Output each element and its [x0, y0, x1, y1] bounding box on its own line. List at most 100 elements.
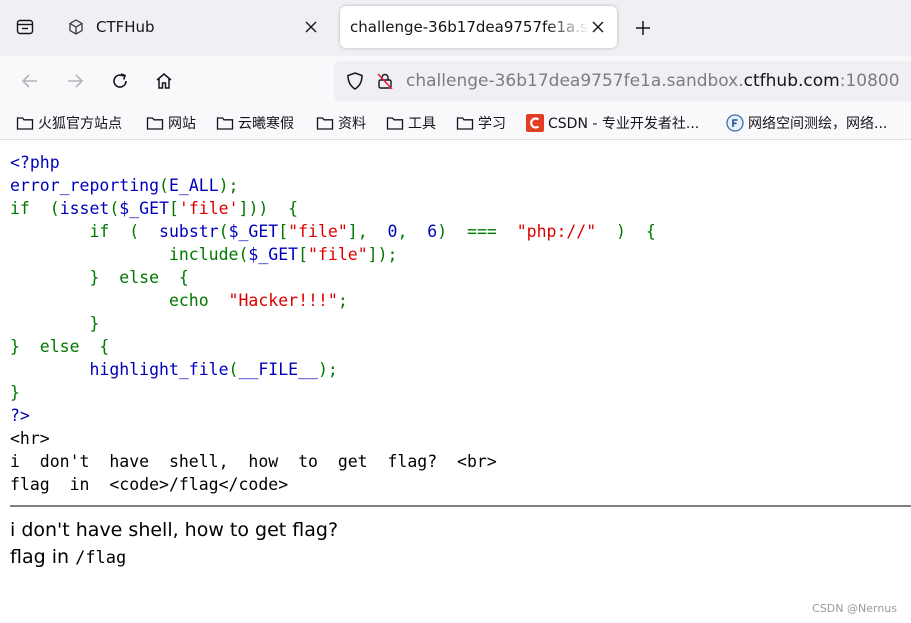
code-token: error_reporting — [10, 176, 160, 195]
url-port: :10800 — [839, 71, 900, 91]
page-content: <?php error_reporting(E_ALL); if (isset(… — [0, 141, 911, 623]
tab-list-icon — [16, 19, 34, 35]
code-token: ?> — [10, 406, 30, 425]
shield-icon[interactable] — [344, 70, 366, 92]
code-token: <hr> — [10, 429, 50, 448]
code-token: ], — [347, 222, 388, 241]
code-token: i don't have shell, how to get flag? <br… — [10, 452, 497, 471]
navigation-toolbar: challenge-36b17dea9757fe1a.sandbox.ctfhu… — [0, 56, 911, 106]
code-token: 6 — [427, 222, 438, 241]
code-token: __FILE__ — [238, 360, 318, 379]
close-icon — [592, 21, 604, 33]
code-token: ]); — [367, 245, 398, 264]
code-token: ( — [49, 199, 60, 218]
code-token: } else { — [10, 268, 189, 287]
bookmark-folder[interactable]: 学习 — [456, 112, 506, 134]
tab-strip: CTFHub challenge-36b17dea9757fe1a.sandbo… — [0, 0, 911, 56]
forward-button[interactable] — [61, 67, 89, 95]
bookmark-label: 资料 — [338, 116, 366, 132]
bookmark-folder[interactable]: 网站 — [146, 112, 196, 134]
code-token: ); — [317, 360, 338, 379]
code-token: ( — [238, 245, 249, 264]
bookmarks-toolbar: 火狐官方站点 网站 云曦寒假 资料 工具 学习 CSDN - 专业开发者社...… — [0, 106, 911, 140]
code-token: isset — [59, 199, 110, 218]
code-token: flag in <code>/flag</code> — [10, 475, 289, 494]
ctfhub-cube-icon — [68, 18, 86, 36]
code-token: [ — [298, 245, 309, 264]
insecure-lock-icon[interactable] — [374, 70, 396, 92]
code-token: ( — [218, 222, 229, 241]
code-token: } else { — [10, 337, 110, 356]
folder-icon — [216, 114, 234, 132]
back-arrow-icon — [21, 74, 37, 88]
url-bar[interactable]: challenge-36b17dea9757fe1a.sandbox.ctfhu… — [334, 61, 911, 101]
code-token: "php://" — [516, 222, 597, 241]
code-token: , — [397, 222, 428, 241]
reload-icon — [113, 73, 127, 88]
code-token: "Hacker!!!" — [228, 291, 338, 310]
tab-close-button[interactable] — [302, 18, 320, 36]
code-token: substr — [159, 222, 219, 241]
folder-icon — [386, 114, 404, 132]
reload-button[interactable] — [106, 67, 134, 95]
output-line-2: flag in /flag — [10, 546, 126, 568]
bookmark-folder[interactable]: 资料 — [316, 112, 366, 134]
url-prefix: challenge-36b17dea9757fe1a.sandbox. — [406, 71, 744, 91]
code-token: [ — [278, 222, 289, 241]
bookmark-fofa[interactable]: 网络空间测绘，网络... — [726, 112, 887, 134]
tab-ctfhub[interactable]: CTFHub — [58, 6, 330, 48]
csdn-icon — [526, 114, 544, 132]
bookmark-label: 云曦寒假 — [238, 116, 294, 132]
code-token: ( — [109, 199, 120, 218]
bookmark-folder[interactable]: 火狐官方站点 — [16, 112, 122, 134]
tab-list-button[interactable] — [8, 10, 42, 44]
code-token: ( — [159, 176, 169, 195]
bookmark-label: CSDN - 专业开发者社... — [548, 116, 700, 132]
bookmark-folder[interactable]: 工具 — [386, 112, 436, 134]
code-token: [ — [168, 199, 179, 218]
output-line-1: i don't have shell, how to get flag? — [10, 519, 339, 541]
bookmark-folder[interactable]: 云曦寒假 — [216, 112, 294, 134]
home-icon — [156, 73, 172, 89]
forward-arrow-icon — [68, 74, 84, 88]
code-token: echo — [10, 291, 229, 310]
bookmark-csdn[interactable]: CSDN - 专业开发者社... — [526, 112, 699, 134]
tab-challenge[interactable]: challenge-36b17dea9757fe1a.sandbox.ctfhu… — [340, 6, 617, 48]
bookmark-label: 学习 — [478, 116, 506, 132]
code-token: } — [10, 314, 100, 333]
bookmark-label: 网站 — [168, 116, 196, 132]
output-text: flag in — [10, 546, 76, 568]
code-token: "file" — [308, 245, 368, 264]
code-token: ])) { — [238, 199, 299, 218]
folder-icon — [16, 114, 34, 132]
code-token: $_GET — [228, 222, 279, 241]
folder-icon — [456, 114, 474, 132]
fofa-icon — [726, 114, 744, 132]
php-source-code: <?php error_reporting(E_ALL); if (isset(… — [10, 151, 656, 496]
code-token: ); — [218, 176, 239, 195]
bookmark-label: 工具 — [408, 116, 436, 132]
watermark: CSDN @Nernus — [812, 602, 897, 615]
folder-icon — [146, 114, 164, 132]
horizontal-rule — [10, 505, 911, 507]
folder-icon — [316, 114, 334, 132]
code-token: include — [10, 245, 239, 264]
tab-title: challenge-36b17dea9757fe1a.sandbox.ctfhu… — [350, 18, 589, 36]
code-token: ) === — [437, 222, 517, 241]
close-icon — [305, 21, 317, 33]
tab-close-button[interactable] — [589, 18, 607, 36]
back-button[interactable] — [16, 67, 44, 95]
code-token: $_GET — [119, 199, 169, 218]
flag-path-code: /flag — [75, 548, 127, 568]
url-text: challenge-36b17dea9757fe1a.sandbox.ctfhu… — [406, 71, 900, 91]
bookmark-label: 火狐官方站点 — [38, 116, 122, 132]
code-token: if — [10, 199, 50, 218]
code-token: if ( — [10, 222, 160, 241]
code-token: "file" — [288, 222, 348, 241]
code-token: E_ALL — [168, 176, 219, 195]
home-button[interactable] — [150, 67, 178, 95]
bookmark-label: 网络空间测绘，网络... — [748, 116, 888, 132]
new-tab-button[interactable] — [630, 15, 656, 41]
code-token: 'file' — [178, 199, 239, 218]
plus-icon — [636, 21, 650, 35]
